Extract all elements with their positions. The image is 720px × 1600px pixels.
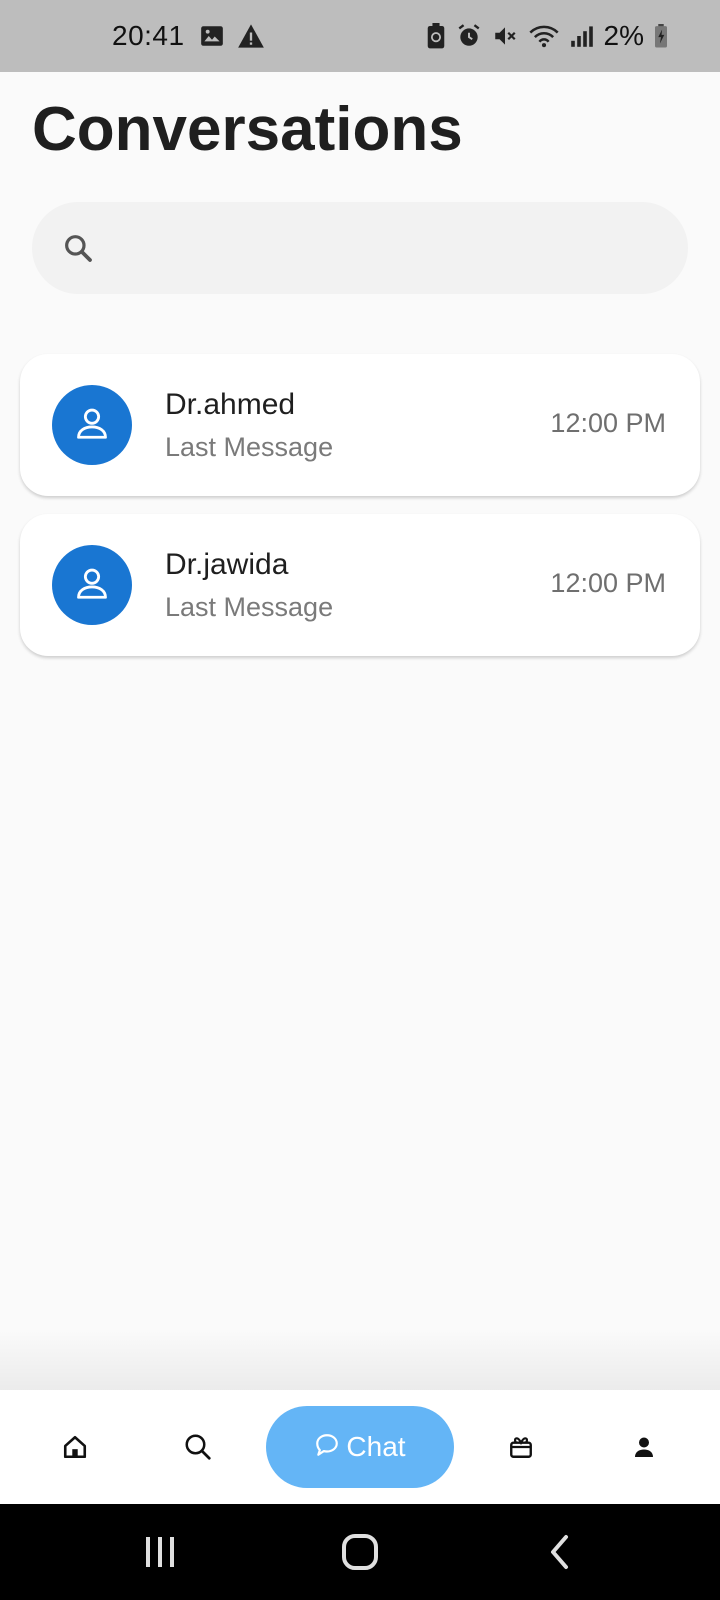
conversation-item[interactable]: Dr.ahmed Last Message 12:00 PM [20, 354, 700, 496]
bottom-nav-shadow [0, 1330, 720, 1390]
person-icon [73, 564, 111, 607]
mute-icon [492, 23, 518, 49]
search-icon [183, 1432, 213, 1462]
contact-name: Dr.ahmed [165, 388, 296, 421]
chat-bubble-icon [314, 1432, 340, 1463]
home-icon [62, 1434, 88, 1460]
wifi-icon [528, 23, 560, 49]
contact-name: Dr.jawida [165, 548, 289, 581]
nav-chat-label: Chat [346, 1431, 406, 1462]
bottom-nav: Chat [0, 1390, 720, 1504]
status-time: 20:41 [112, 20, 185, 51]
nav-home[interactable] [49, 1421, 101, 1473]
conversation-list: Dr.ahmed Last Message 12:00 PM Dr.jawida… [20, 354, 700, 674]
recents-icon [142, 1534, 178, 1570]
conversation-item[interactable]: Dr.jawida Last Message 12:00 PM [20, 514, 700, 656]
back-icon [546, 1534, 574, 1570]
search-input[interactable] [110, 231, 658, 265]
avatar [52, 545, 132, 625]
status-bar: 20:41 2% [0, 0, 720, 72]
nav-chat[interactable]: Chat [266, 1406, 454, 1488]
system-recents-button[interactable] [120, 1504, 200, 1600]
home-circle-icon [341, 1533, 379, 1571]
last-message: Last Message [165, 432, 334, 462]
message-time: 12:00 PM [550, 408, 666, 438]
last-message: Last Message [165, 592, 334, 622]
battery-icon [654, 24, 668, 48]
signal-icon [570, 24, 594, 48]
page-title: Conversations [32, 95, 463, 164]
image-icon [199, 23, 225, 49]
system-home-button[interactable] [320, 1504, 400, 1600]
nav-profile[interactable] [618, 1421, 670, 1473]
battery-saver-icon [426, 23, 446, 49]
battery-percentage: 2% [603, 20, 644, 51]
status-left-icons [199, 23, 265, 49]
system-nav-bar [0, 1504, 720, 1600]
nav-search[interactable] [172, 1421, 224, 1473]
person-icon [73, 404, 111, 447]
search-icon[interactable] [62, 232, 94, 264]
warning-icon [237, 23, 265, 49]
system-back-button[interactable] [520, 1504, 600, 1600]
avatar [52, 385, 132, 465]
search-bar[interactable] [32, 202, 688, 294]
gift-icon [508, 1434, 534, 1460]
message-time: 12:00 PM [550, 568, 666, 598]
alarm-icon [456, 23, 482, 49]
profile-icon [632, 1435, 656, 1459]
nav-gift[interactable] [495, 1421, 547, 1473]
status-right-icons: 2% [426, 20, 668, 52]
